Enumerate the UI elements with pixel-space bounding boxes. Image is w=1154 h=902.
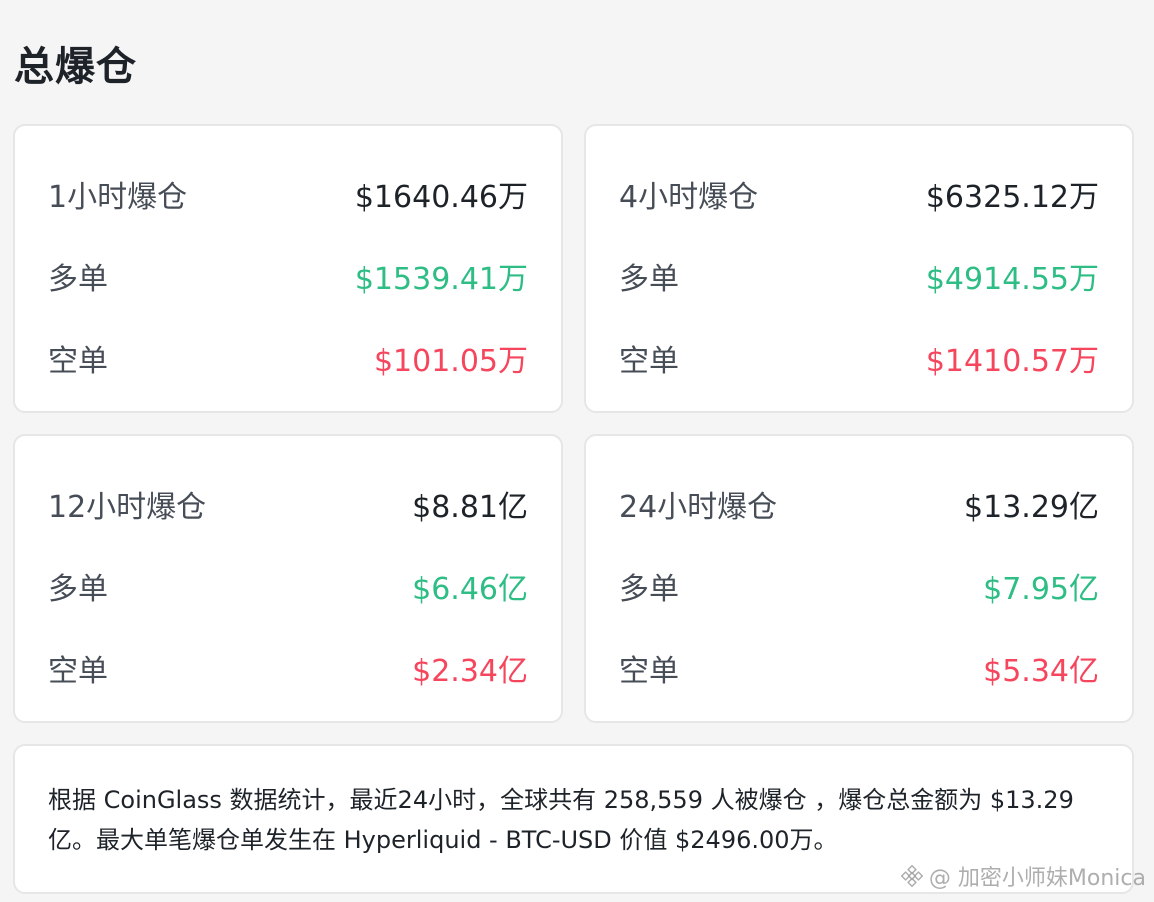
short-row: 空单 $101.05万	[48, 336, 528, 380]
long-value: $6.46亿	[412, 572, 528, 607]
watermark-text: @ 加密小师妹Monica	[928, 866, 1146, 891]
short-label: 空单	[619, 344, 679, 379]
period-label: 24小时爆仓	[619, 490, 778, 525]
total-value: $13.29亿	[964, 490, 1099, 525]
short-label: 空单	[48, 654, 108, 689]
period-label: 1小时爆仓	[48, 180, 188, 215]
total-value: $8.81亿	[412, 490, 528, 525]
period-label: 4小时爆仓	[619, 180, 759, 215]
short-value: $101.05万	[373, 344, 528, 379]
binance-logo-icon	[900, 865, 923, 887]
long-value: $4914.55万	[925, 262, 1099, 297]
summary-text: 根据 CoinGlass 数据统计，最近24小时，全球共有 258,559 人被…	[48, 786, 1074, 854]
long-row: 多单 $1539.41万	[48, 254, 528, 298]
long-label: 多单	[619, 572, 679, 607]
short-row: 空单 $2.34亿	[48, 646, 528, 690]
long-label: 多单	[619, 262, 679, 297]
total-row: 4小时爆仓 $6325.12万	[619, 172, 1099, 216]
short-label: 空单	[48, 344, 108, 379]
long-row: 多单 $7.95亿	[619, 564, 1099, 608]
total-value: $1640.46万	[354, 180, 528, 215]
short-value: $1410.57万	[925, 344, 1099, 379]
short-value: $5.34亿	[983, 654, 1099, 689]
total-value: $6325.12万	[925, 180, 1099, 215]
long-row: 多单 $6.46亿	[48, 564, 528, 608]
total-row: 12小时爆仓 $8.81亿	[48, 482, 528, 526]
long-row: 多单 $4914.55万	[619, 254, 1099, 298]
liquidation-card-12h: 12小时爆仓 $8.81亿 多单 $6.46亿 空单 $2.34亿	[13, 434, 563, 723]
long-value: $1539.41万	[354, 262, 528, 297]
short-row: 空单 $1410.57万	[619, 336, 1099, 380]
short-row: 空单 $5.34亿	[619, 646, 1099, 690]
total-row: 24小时爆仓 $13.29亿	[619, 482, 1099, 526]
long-value: $7.95亿	[983, 572, 1099, 607]
short-value: $2.34亿	[412, 654, 528, 689]
watermark: @ 加密小师妹Monica	[900, 860, 1146, 892]
page-title: 总爆仓	[14, 44, 137, 90]
liquidation-card-1h: 1小时爆仓 $1640.46万 多单 $1539.41万 空单 $101.05万	[13, 124, 563, 413]
long-label: 多单	[48, 262, 108, 297]
long-label: 多单	[48, 572, 108, 607]
liquidation-card-4h: 4小时爆仓 $6325.12万 多单 $4914.55万 空单 $1410.57…	[584, 124, 1134, 413]
total-row: 1小时爆仓 $1640.46万	[48, 172, 528, 216]
liquidation-card-24h: 24小时爆仓 $13.29亿 多单 $7.95亿 空单 $5.34亿	[584, 434, 1134, 723]
period-label: 12小时爆仓	[48, 490, 207, 525]
short-label: 空单	[619, 654, 679, 689]
